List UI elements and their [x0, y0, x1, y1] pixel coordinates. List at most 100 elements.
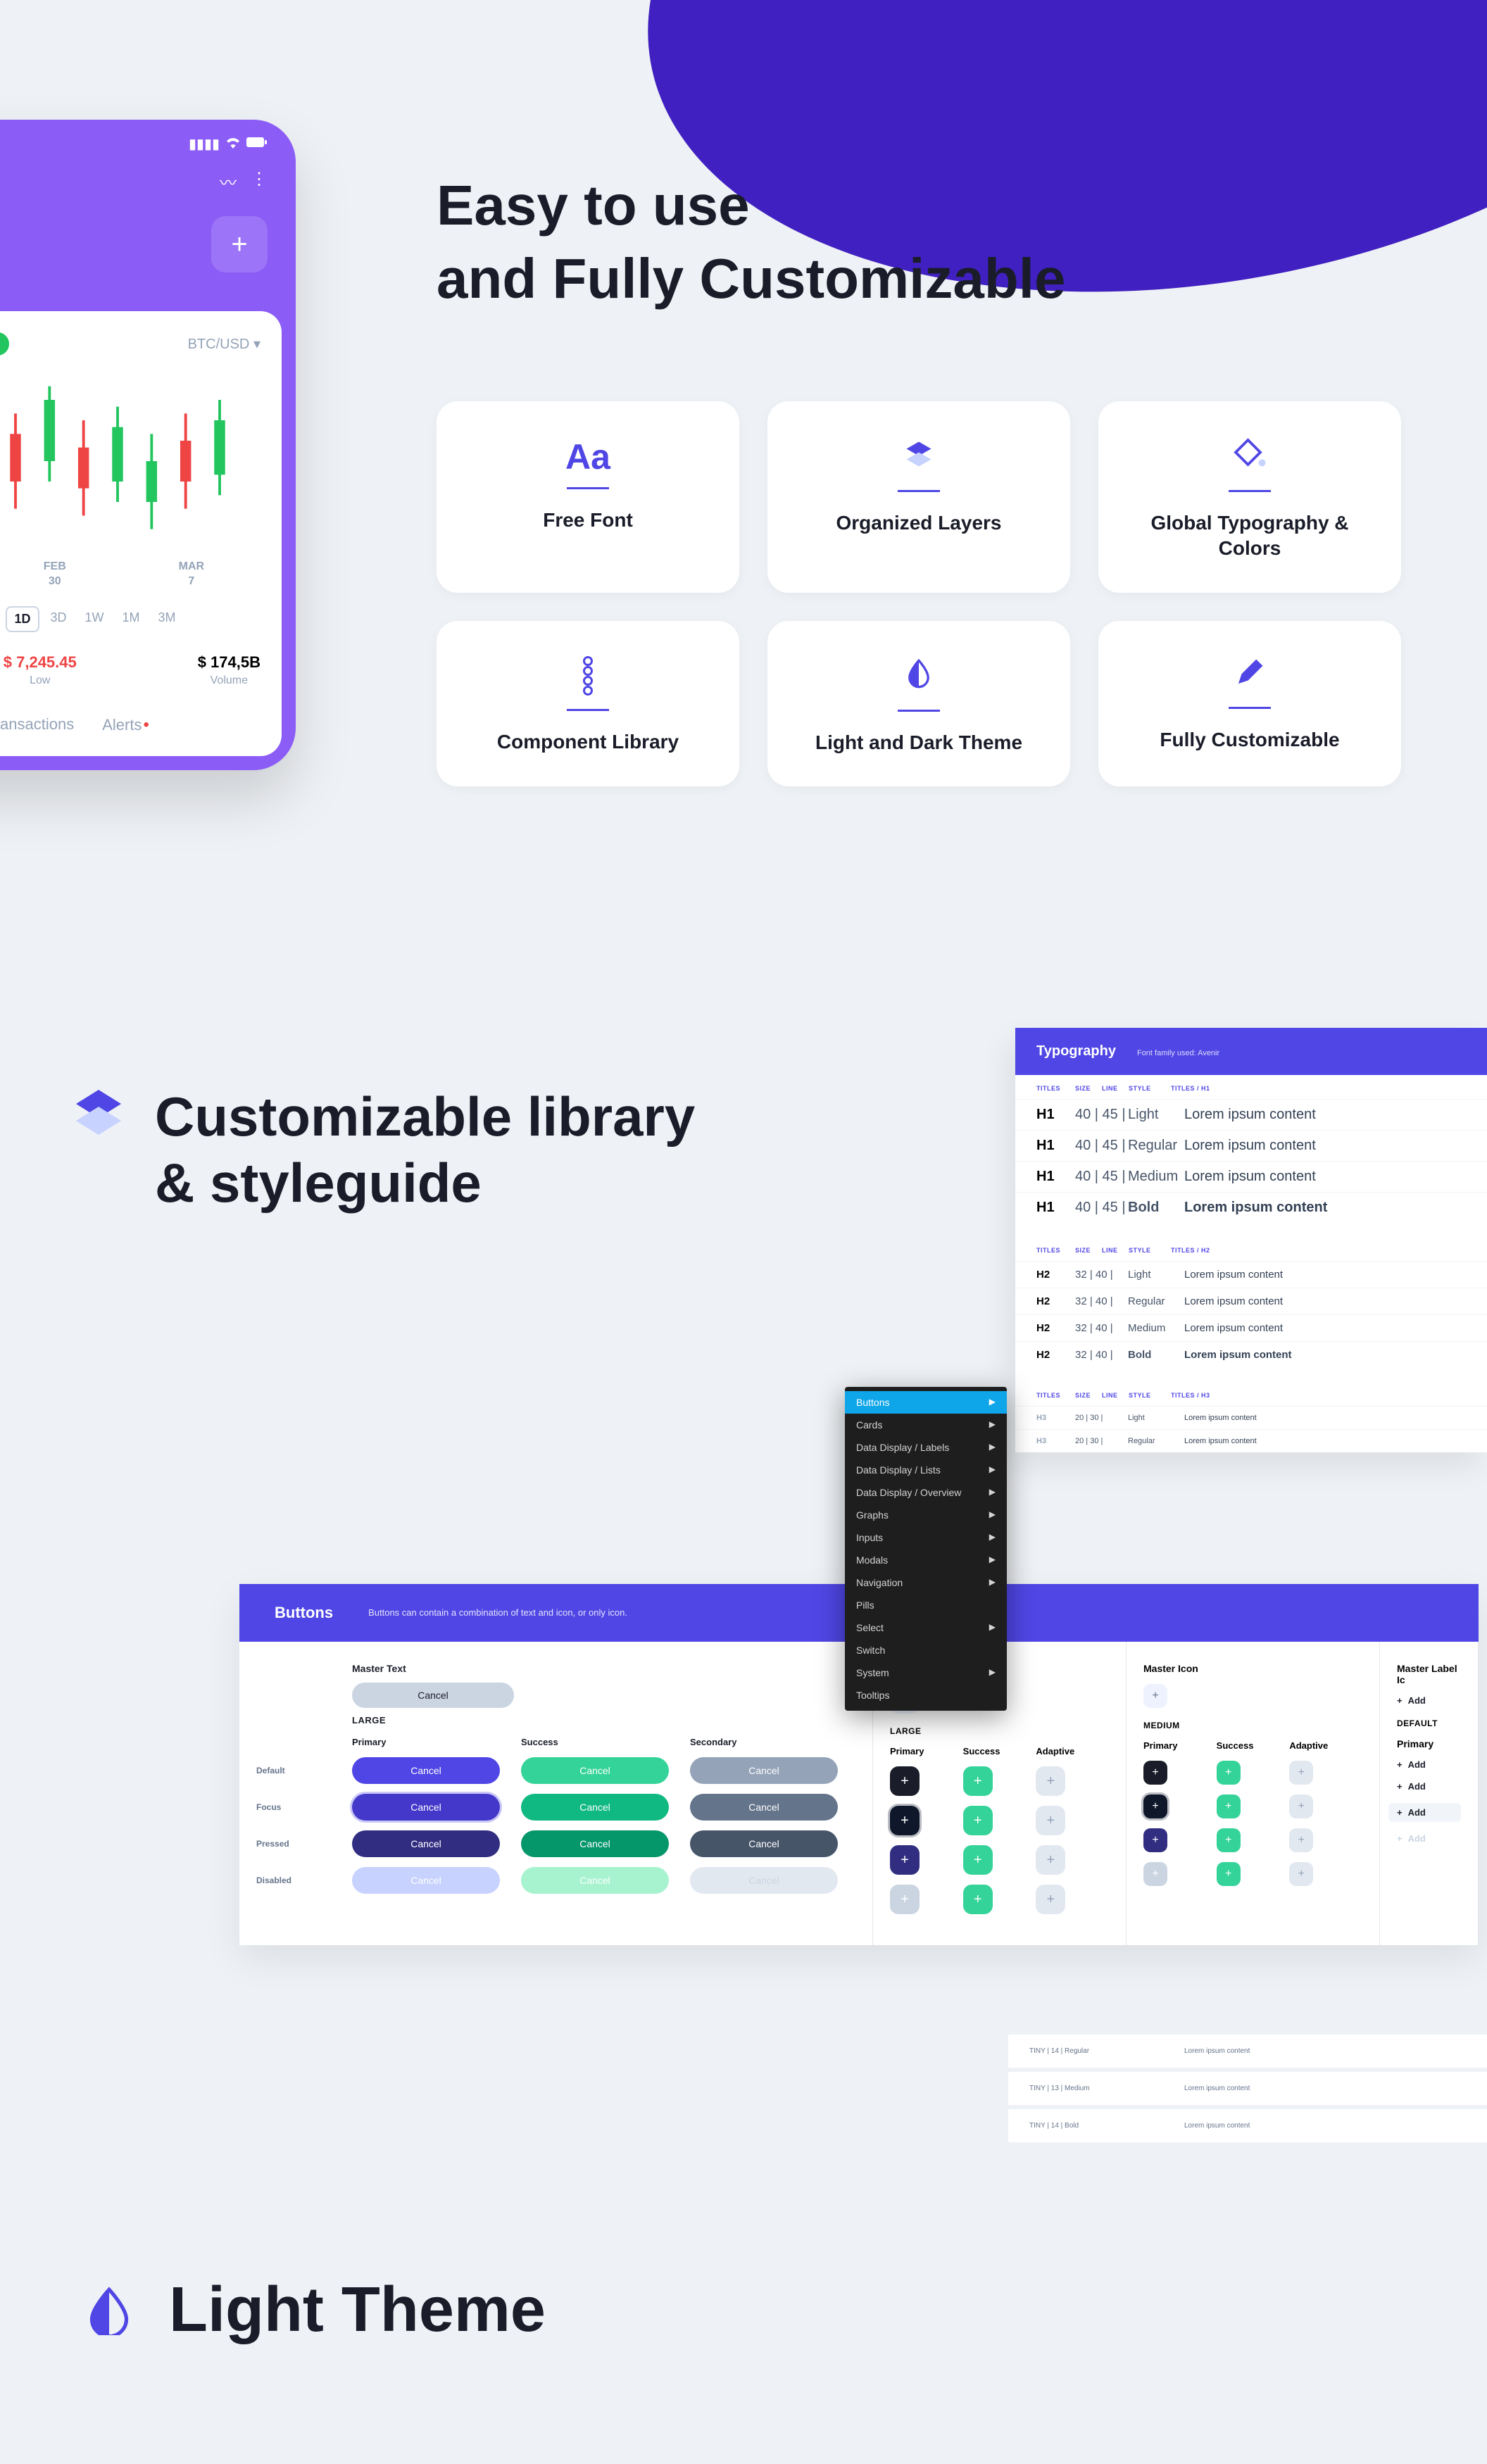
icon-adaptive-default[interactable]: + [1036, 1766, 1065, 1796]
icon-adaptive-focus[interactable]: + [1036, 1806, 1065, 1835]
extra-typo-row: TINY | 14 | RegularLorem ipsum content [1008, 2035, 1487, 2068]
menu-item[interactable]: Navigation▶ [845, 1571, 1007, 1594]
typo-row: H320 | 30 |LightLorem ipsum content [1015, 1406, 1487, 1429]
btn-success-pressed[interactable]: Cancel [521, 1830, 669, 1857]
menu-item[interactable]: Switch [845, 1639, 1007, 1661]
icon-success-focus[interactable]: + [963, 1806, 993, 1835]
menu-item[interactable]: Modals▶ [845, 1549, 1007, 1571]
btn-secondary-pressed[interactable]: Cancel [690, 1830, 838, 1857]
more-icon[interactable]: ⋮ [251, 169, 268, 194]
add-default[interactable]: + Add [1397, 1759, 1461, 1770]
menu-item[interactable]: Data Display / Overview▶ [845, 1481, 1007, 1504]
btn-primary-pressed[interactable]: Cancel [352, 1830, 500, 1857]
icon-primary-focus[interactable]: + [890, 1806, 920, 1835]
menu-item[interactable]: Pills [845, 1594, 1007, 1616]
drop-icon [84, 2286, 134, 2335]
timeframe-3M[interactable]: 3M [151, 606, 183, 632]
stat-vol-value: $ 174,5B [198, 653, 261, 672]
stat-low-label: Low [4, 674, 77, 687]
typography-panel: Typography Font family used: Avenir TITL… [1015, 1028, 1487, 1452]
master-icon-button-sm[interactable]: + [1143, 1684, 1167, 1708]
menu-item[interactable]: Buttons▶ [845, 1391, 1007, 1414]
icon-success-pressed[interactable]: + [963, 1845, 993, 1875]
component-menu[interactable]: Buttons▶Cards▶Data Display / Labels▶Data… [845, 1387, 1007, 1711]
feature-label: Fully Customizable [1119, 727, 1380, 753]
add-pressed[interactable]: + Add [1388, 1803, 1461, 1822]
master-add-button[interactable]: + Add [1397, 1695, 1461, 1706]
menu-item[interactable]: Data Display / Labels▶ [845, 1436, 1007, 1459]
btn-success-focus[interactable]: Cancel [521, 1794, 669, 1821]
menu-item[interactable]: Cards▶ [845, 1414, 1007, 1436]
candlestick-chart[interactable]: $ 0.456786 [0, 370, 261, 553]
icon-primary-default[interactable]: + [1143, 1761, 1167, 1785]
phone-status-bar: ▮▮▮▮ [0, 120, 296, 153]
icon-primary-pressed[interactable]: + [890, 1845, 920, 1875]
tab-alerts[interactable]: Alerts [102, 715, 149, 735]
stat-low-value: $ 7,245.45 [4, 653, 77, 672]
icon-adaptive-focus[interactable]: + [1289, 1794, 1313, 1818]
typo-row: H232 | 40 |BoldLorem ipsum content [1015, 1341, 1487, 1368]
menu-item[interactable]: Select▶ [845, 1616, 1007, 1639]
menu-item[interactable]: Inputs▶ [845, 1526, 1007, 1549]
font-icon: Aa [565, 436, 610, 477]
size-medium-label: MEDIUM [1143, 1721, 1362, 1730]
typo-row: H140 | 45 |LightLorem ipsum content [1015, 1099, 1487, 1130]
feature-card: Global Typography & Colors [1098, 401, 1401, 593]
btn-secondary-focus[interactable]: Cancel [690, 1794, 838, 1821]
timeframe-1M[interactable]: 1M [115, 606, 147, 632]
extra-typo-row: TINY | 14 | BoldLorem ipsum content [1008, 2109, 1487, 2142]
button-state-row: Focus Cancel Cancel Cancel [256, 1794, 855, 1821]
icon-primary-pressed[interactable]: + [1143, 1828, 1167, 1852]
timeframe-12H[interactable]: 12H [0, 606, 1, 632]
menu-item[interactable]: System▶ [845, 1661, 1007, 1684]
trend-icon[interactable]: 〰 [220, 169, 237, 194]
timeframe-1D[interactable]: 1D [6, 606, 39, 632]
pair-select[interactable]: BTC/USD ▾ [188, 335, 261, 353]
master-label-icon-label: Master Label Ic [1397, 1663, 1461, 1685]
signal-icon: ▮▮▮▮ [189, 135, 220, 153]
add-button[interactable]: + [211, 216, 268, 272]
btn-success-default[interactable]: Cancel [521, 1757, 669, 1784]
icon-adaptive-pressed[interactable]: + [1289, 1828, 1313, 1852]
size-default-label: DEFAULT [1397, 1718, 1461, 1728]
feature-card: Fully Customizable [1098, 621, 1401, 786]
add-focus[interactable]: + Add [1397, 1781, 1461, 1792]
size-large-label: LARGE [352, 1715, 855, 1726]
features-grid: AaFree FontOrganized LayersGlobal Typogr… [437, 401, 1408, 786]
icon-success-default[interactable]: + [963, 1766, 993, 1796]
menu-item[interactable]: Data Display / Lists▶ [845, 1459, 1007, 1481]
tab-transactions[interactable]: Transactions [0, 715, 74, 735]
s3-title: Light Theme [169, 2274, 546, 2346]
menu-item[interactable]: Tooltips [845, 1684, 1007, 1706]
master-text-button[interactable]: Cancel [352, 1683, 514, 1708]
timeframe-1W[interactable]: 1W [78, 606, 111, 632]
btn-primary-focus[interactable]: Cancel [352, 1794, 500, 1821]
button-state-row: Pressed Cancel Cancel Cancel [256, 1830, 855, 1857]
pencil-icon [1234, 656, 1266, 697]
btn-primary-default[interactable]: Cancel [352, 1757, 500, 1784]
button-state-row: Default Cancel Cancel Cancel [256, 1757, 855, 1784]
timeframe-3D[interactable]: 3D [44, 606, 74, 632]
typo-row: H232 | 40 |LightLorem ipsum content [1015, 1261, 1487, 1288]
bucket-icon [1232, 436, 1267, 480]
typo-row: H140 | 45 |BoldLorem ipsum content [1015, 1192, 1487, 1223]
icon-adaptive-pressed[interactable]: + [1036, 1845, 1065, 1875]
icon-adaptive-default[interactable]: + [1289, 1761, 1313, 1785]
hero-heading: Easy to useand Fully Customizable [437, 169, 1281, 315]
icon-primary-default[interactable]: + [890, 1766, 920, 1796]
portfolio-subtitle: 564453 RADS [0, 278, 296, 311]
variant-primary: Primary [352, 1737, 521, 1747]
feature-card: AaFree Font [437, 401, 739, 593]
phone-tabs[interactable]: ilsHoldingsTransactionsAlerts [0, 715, 261, 735]
icon-success-focus[interactable]: + [1217, 1794, 1241, 1818]
feature-label: Component Library [458, 729, 718, 755]
icon-success-default[interactable]: + [1217, 1761, 1241, 1785]
col-label-icon: Master Label Ic + Add DEFAULT Primary + … [1380, 1642, 1479, 1945]
menu-item[interactable]: Graphs▶ [845, 1504, 1007, 1526]
icon-success-pressed[interactable]: + [1217, 1828, 1241, 1852]
timeframe-selector[interactable]: 4H12H1D3D1W1M3M [0, 606, 261, 632]
btn-secondary-default[interactable]: Cancel [690, 1757, 838, 1784]
layers-icon [70, 1084, 127, 1140]
phone-mockup: ▮▮▮▮ ⌘ Radium 〰 ⋮ 03,45$ + 564453 RADS 9… [0, 120, 296, 770]
icon-primary-focus[interactable]: + [1143, 1794, 1167, 1818]
